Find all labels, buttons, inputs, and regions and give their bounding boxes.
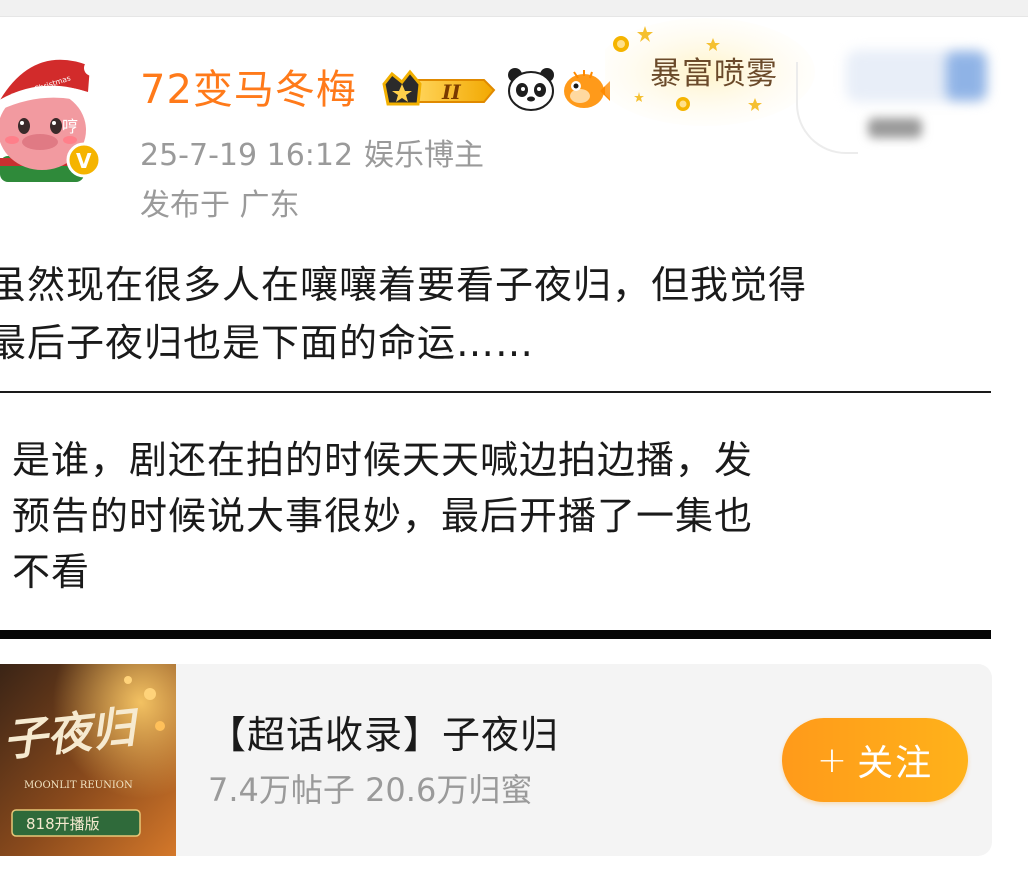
post-location: 发布于 广东 (140, 188, 300, 223)
member-level-badge[interactable]: II (380, 68, 498, 112)
avatar-side-text: 哼 (62, 117, 78, 136)
blurred-icon (946, 52, 986, 100)
screenshot-bottom-divider (0, 630, 991, 639)
quoted-screenshot-text: 是谁，剧还在拍的时候天天喊边拍边播，发 预告的时候说大事很妙，最后开播了一集也 … (12, 432, 992, 600)
fortune-spray-text: 暴富喷雾 (650, 56, 778, 92)
author-role: 娱乐博主 (364, 138, 484, 173)
status-strip-divider (0, 16, 1028, 17)
post-text-line: 虽然现在很多人在嚷嚷着要看子夜归，但我觉得 (0, 263, 808, 307)
quote-line: 不看 (12, 550, 91, 594)
cover-tag: 818开播版 (26, 815, 100, 833)
member-level-text: II (441, 80, 461, 104)
super-topic-cover: 子夜归 MOONLIT REUNION 818开播版 (0, 664, 176, 856)
pufferfish-emoji-icon (560, 66, 610, 112)
super-topic-stats: 7.4万帖子 20.6万归蜜 (208, 771, 533, 809)
panda-emoji-icon (506, 66, 556, 112)
follow-label: 关注 (857, 743, 934, 784)
plus-icon: + (816, 739, 850, 781)
super-topic-title[interactable]: 【超话收录】子夜归 (208, 710, 559, 760)
status-strip (0, 0, 1028, 16)
quote-line: 预告的时候说大事很妙，最后开播了一集也 (12, 494, 754, 538)
quote-line: 是谁，剧还在拍的时候天天喊边拍边播，发 (12, 438, 754, 482)
verified-badge: V (76, 149, 92, 173)
author-avatar[interactable]: Merry Christmas 哼 V (0, 38, 110, 186)
follow-topic-button[interactable]: + 关注 (782, 718, 968, 802)
author-name[interactable]: 72变马冬梅 (140, 64, 357, 116)
post-text-line: 最后子夜归也是下面的命运…… (0, 321, 535, 365)
blurred-label (868, 118, 922, 138)
post-timestamp: 25-7-19 16:12 (140, 138, 354, 173)
cover-subtitle: MOONLIT REUNION (24, 780, 133, 791)
screenshot-top-divider (0, 391, 991, 393)
post-text: 虽然现在很多人在嚷嚷着要看子夜归，但我觉得 最后子夜归也是下面的命运…… (0, 256, 998, 372)
